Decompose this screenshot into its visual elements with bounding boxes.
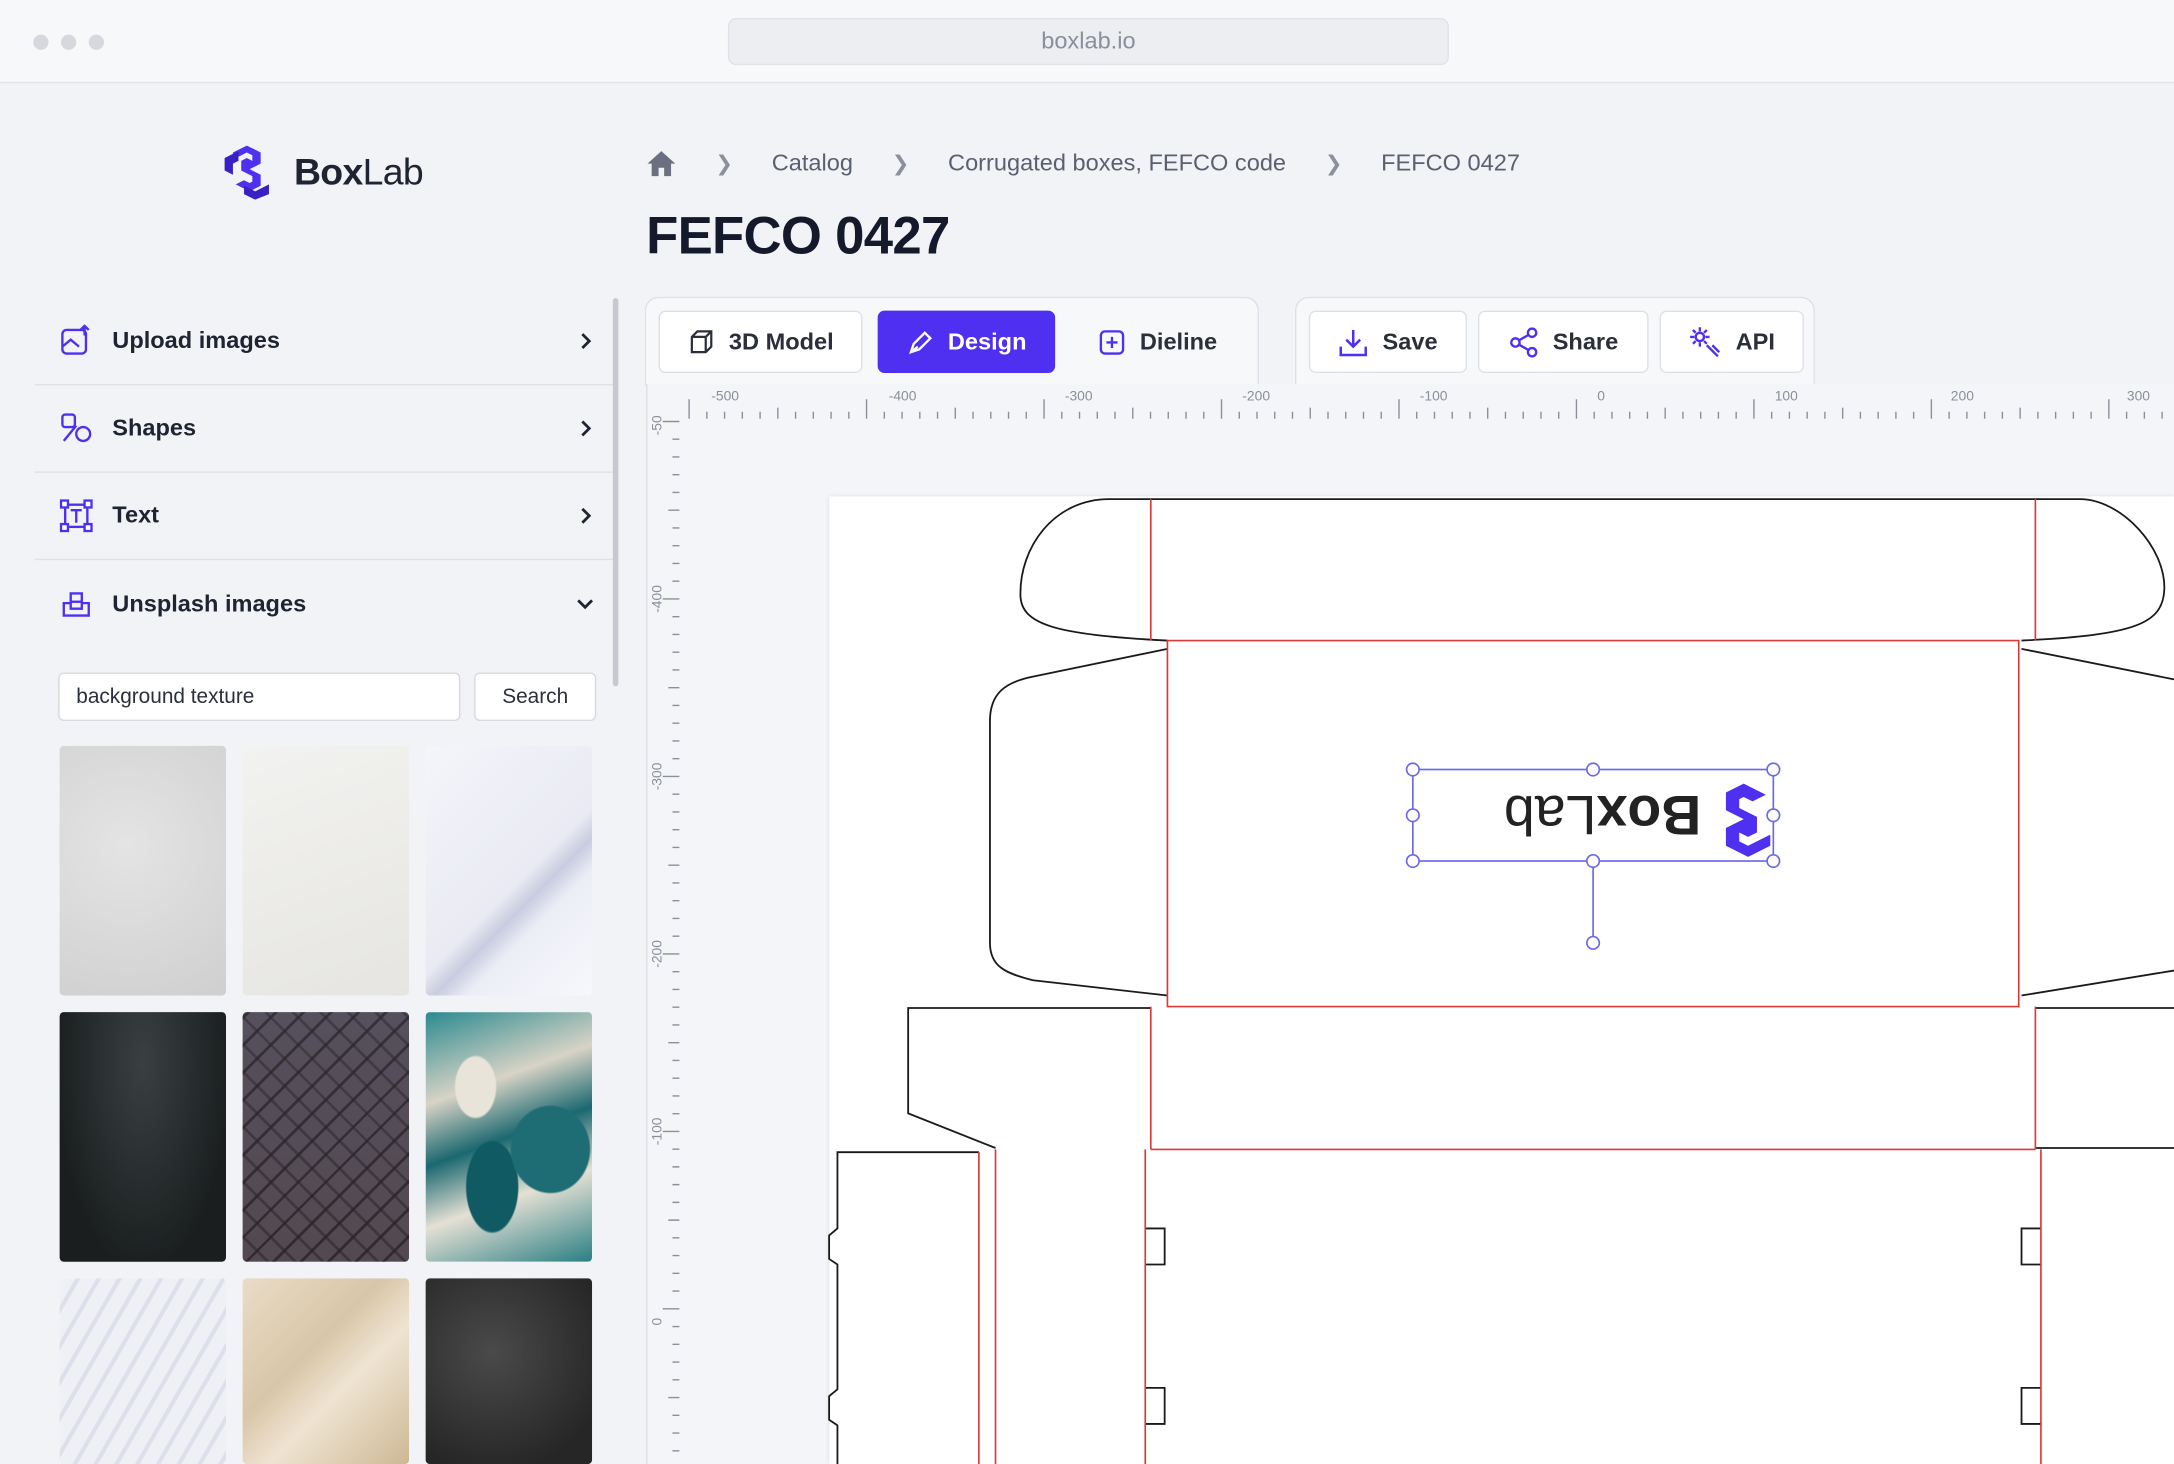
resize-handle[interactable] bbox=[1405, 853, 1420, 869]
resize-handle[interactable] bbox=[1766, 853, 1781, 869]
fold-lines bbox=[978, 499, 2042, 1464]
resize-handle[interactable] bbox=[1766, 762, 1781, 777]
rotate-handle[interactable] bbox=[1586, 935, 1601, 950]
resize-handle[interactable] bbox=[1405, 808, 1420, 823]
app-window: boxlab.io BoxLab Upload images Shapes Te… bbox=[0, 0, 2174, 1464]
resize-handle[interactable] bbox=[1405, 762, 1420, 777]
dieline-drawing: BoxLab bbox=[828, 498, 2174, 1464]
selected-logo-element[interactable]: BoxLab bbox=[1504, 783, 1771, 857]
cut-lines bbox=[828, 498, 2174, 1464]
resize-handle[interactable] bbox=[1586, 853, 1601, 869]
resize-handle[interactable] bbox=[1766, 808, 1781, 823]
selected-logo-text: BoxLab bbox=[1504, 784, 1701, 846]
resize-handle[interactable] bbox=[1586, 762, 1601, 777]
